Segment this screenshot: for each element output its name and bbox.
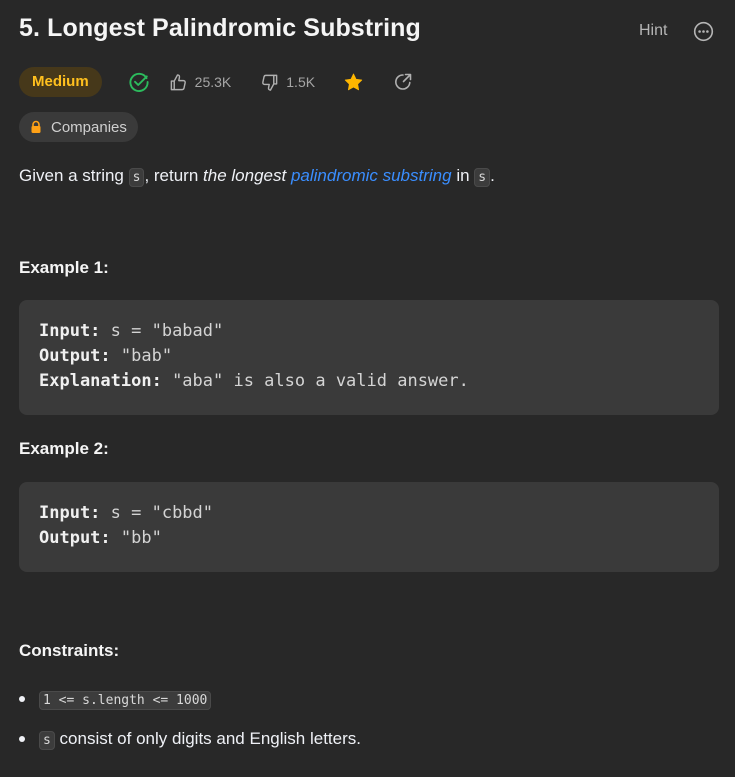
thumbs-up-icon — [170, 73, 186, 90]
explanation-value: "aba" is also a valid answer. — [161, 371, 469, 391]
inline-code: s — [128, 168, 145, 187]
star-icon — [344, 73, 363, 90]
statement-text: Given a string — [19, 166, 129, 185]
statement-text: in — [451, 166, 475, 185]
explanation-label: Explanation: — [39, 371, 162, 391]
constraint-code: s — [39, 731, 55, 750]
constraint-code: 1 <= s.length <= 1000 — [39, 691, 212, 710]
example-1-title: Example 1: — [19, 258, 109, 277]
favorite-button[interactable] — [343, 72, 364, 93]
constraint-item: s consist of only digits and English let… — [19, 726, 361, 752]
like-count: 25.3K — [194, 74, 232, 90]
statement-text: . — [490, 166, 495, 185]
constraint-text: consist of only digits and English lette… — [54, 729, 361, 748]
output-label: Output: — [39, 346, 111, 366]
output-value: "bab" — [110, 346, 173, 366]
problem-title: 5. Longest Palindromic Substring — [19, 14, 421, 42]
input-label: Input: — [39, 321, 101, 341]
dislike-count: 1.5K — [286, 74, 316, 90]
difficulty-badge: Medium — [19, 67, 102, 97]
example-1-block: Input: s = "babad" Output: "bab" Explana… — [19, 300, 719, 415]
example-2-title: Example 2: — [19, 439, 109, 458]
thumbs-down-icon — [262, 74, 278, 91]
input-value: s = "cbbd" — [100, 503, 214, 523]
input-value: s = "babad" — [100, 321, 224, 341]
like-button[interactable]: 25.3K — [169, 73, 232, 92]
input-label: Input: — [39, 503, 101, 523]
problem-meta-row: Medium 25.3K 1.5K — [19, 67, 413, 97]
statement-emphasis: the longest — [203, 166, 287, 185]
share-button[interactable] — [393, 72, 413, 92]
example-2-block: Input: s = "cbbd" Output: "bb" — [19, 482, 719, 572]
output-value: "bb" — [110, 528, 162, 548]
problem-statement: Given a string s, return the longest pal… — [19, 164, 495, 190]
companies-label: Companies — [51, 118, 127, 136]
statement-text: , return — [144, 166, 204, 185]
ellipsis-icon[interactable] — [693, 21, 714, 42]
constraints-title: Constraints: — [19, 641, 120, 660]
lock-icon — [31, 120, 41, 133]
share-icon — [395, 73, 412, 90]
output-label: Output: — [39, 528, 111, 548]
constraints-list: 1 <= s.length <= 1000 s consist of only … — [19, 686, 361, 766]
problem-description-panel: 5. Longest Palindromic Substring Hint Me… — [0, 0, 735, 777]
hint-button[interactable]: Hint — [639, 22, 667, 40]
inline-code: s — [474, 168, 491, 187]
companies-button[interactable]: Companies — [19, 112, 138, 142]
palindromic-substring-link[interactable]: palindromic substring — [291, 166, 452, 185]
check-circle-icon — [129, 72, 149, 92]
dislike-button[interactable]: 1.5K — [260, 73, 315, 92]
constraint-item: 1 <= s.length <= 1000 — [19, 686, 361, 712]
